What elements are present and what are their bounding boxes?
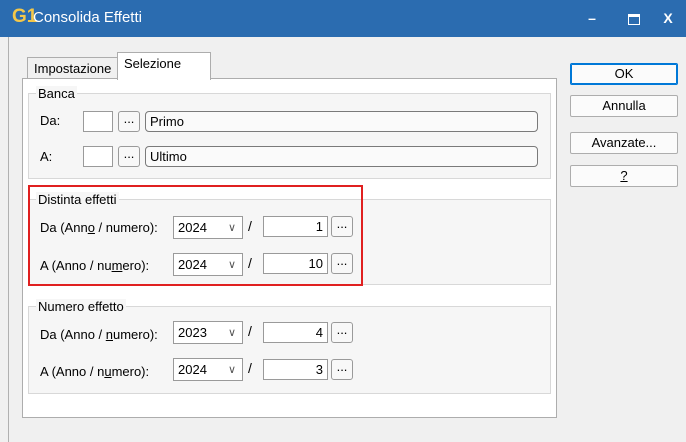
chevron-down-icon: ∨ (227, 327, 236, 339)
minimize-button[interactable]: – (572, 0, 612, 37)
numero-da-lookup-button[interactable]: ... (331, 322, 353, 343)
distinta-a-year-select[interactable]: 2024 ∨ (173, 253, 243, 276)
tab-impostazione[interactable]: Impostazione (27, 57, 131, 80)
separator-slash: / (248, 218, 252, 234)
banca-da-lookup-button[interactable]: ... (118, 111, 140, 132)
banca-a-code-input[interactable] (83, 146, 113, 167)
numero-group (28, 306, 551, 394)
tab-selezione[interactable]: Selezione (117, 52, 211, 80)
ok-button[interactable]: OK (570, 63, 678, 85)
help-button[interactable]: ? (570, 165, 678, 187)
numero-da-number-input[interactable]: 4 (263, 322, 328, 343)
distinta-group-title: Distinta effetti (36, 192, 119, 207)
distinta-a-lookup-button[interactable]: ... (331, 253, 353, 274)
avanzate-button[interactable]: Avanzate... (570, 132, 678, 154)
maximize-icon (628, 13, 640, 25)
window-border (8, 37, 9, 442)
banca-a-lookup-button[interactable]: ... (118, 146, 140, 167)
banca-a-label: A: (40, 149, 53, 164)
numero-da-year-select[interactable]: 2023 ∨ (173, 321, 243, 344)
chevron-down-icon: ∨ (227, 222, 236, 234)
close-button[interactable]: X (648, 0, 686, 37)
separator-slash: / (248, 360, 252, 376)
numero-a-label: A (Anno / numero): (40, 364, 150, 379)
numero-da-label: Da (Anno / numero): (40, 327, 158, 342)
numero-a-lookup-button[interactable]: ... (331, 359, 353, 380)
banca-da-label: Da: (40, 113, 61, 128)
distinta-da-label: Da (Anno / numero): (40, 220, 158, 235)
banca-a-name-field: Ultimo (145, 146, 538, 167)
banca-group-title: Banca (36, 86, 77, 101)
separator-slash: / (248, 323, 252, 339)
numero-a-number-input[interactable]: 3 (263, 359, 328, 380)
distinta-a-number-input[interactable]: 10 (263, 253, 328, 274)
title-bar: G1 Consolida Effetti – X (0, 0, 686, 37)
chevron-down-icon: ∨ (227, 259, 236, 271)
separator-slash: / (248, 255, 252, 271)
annulla-button[interactable]: Annulla (570, 95, 678, 117)
chevron-down-icon: ∨ (227, 364, 236, 376)
banca-da-name-field: Primo (145, 111, 538, 132)
distinta-da-lookup-button[interactable]: ... (331, 216, 353, 237)
numero-a-year-select[interactable]: 2024 ∨ (173, 358, 243, 381)
window-title: Consolida Effetti (33, 9, 142, 26)
distinta-a-label: A (Anno / numero): (40, 258, 150, 273)
banca-da-code-input[interactable] (83, 111, 113, 132)
distinta-da-year-select[interactable]: 2024 ∨ (173, 216, 243, 239)
distinta-da-number-input[interactable]: 1 (263, 216, 328, 237)
numero-group-title: Numero effetto (36, 299, 126, 314)
